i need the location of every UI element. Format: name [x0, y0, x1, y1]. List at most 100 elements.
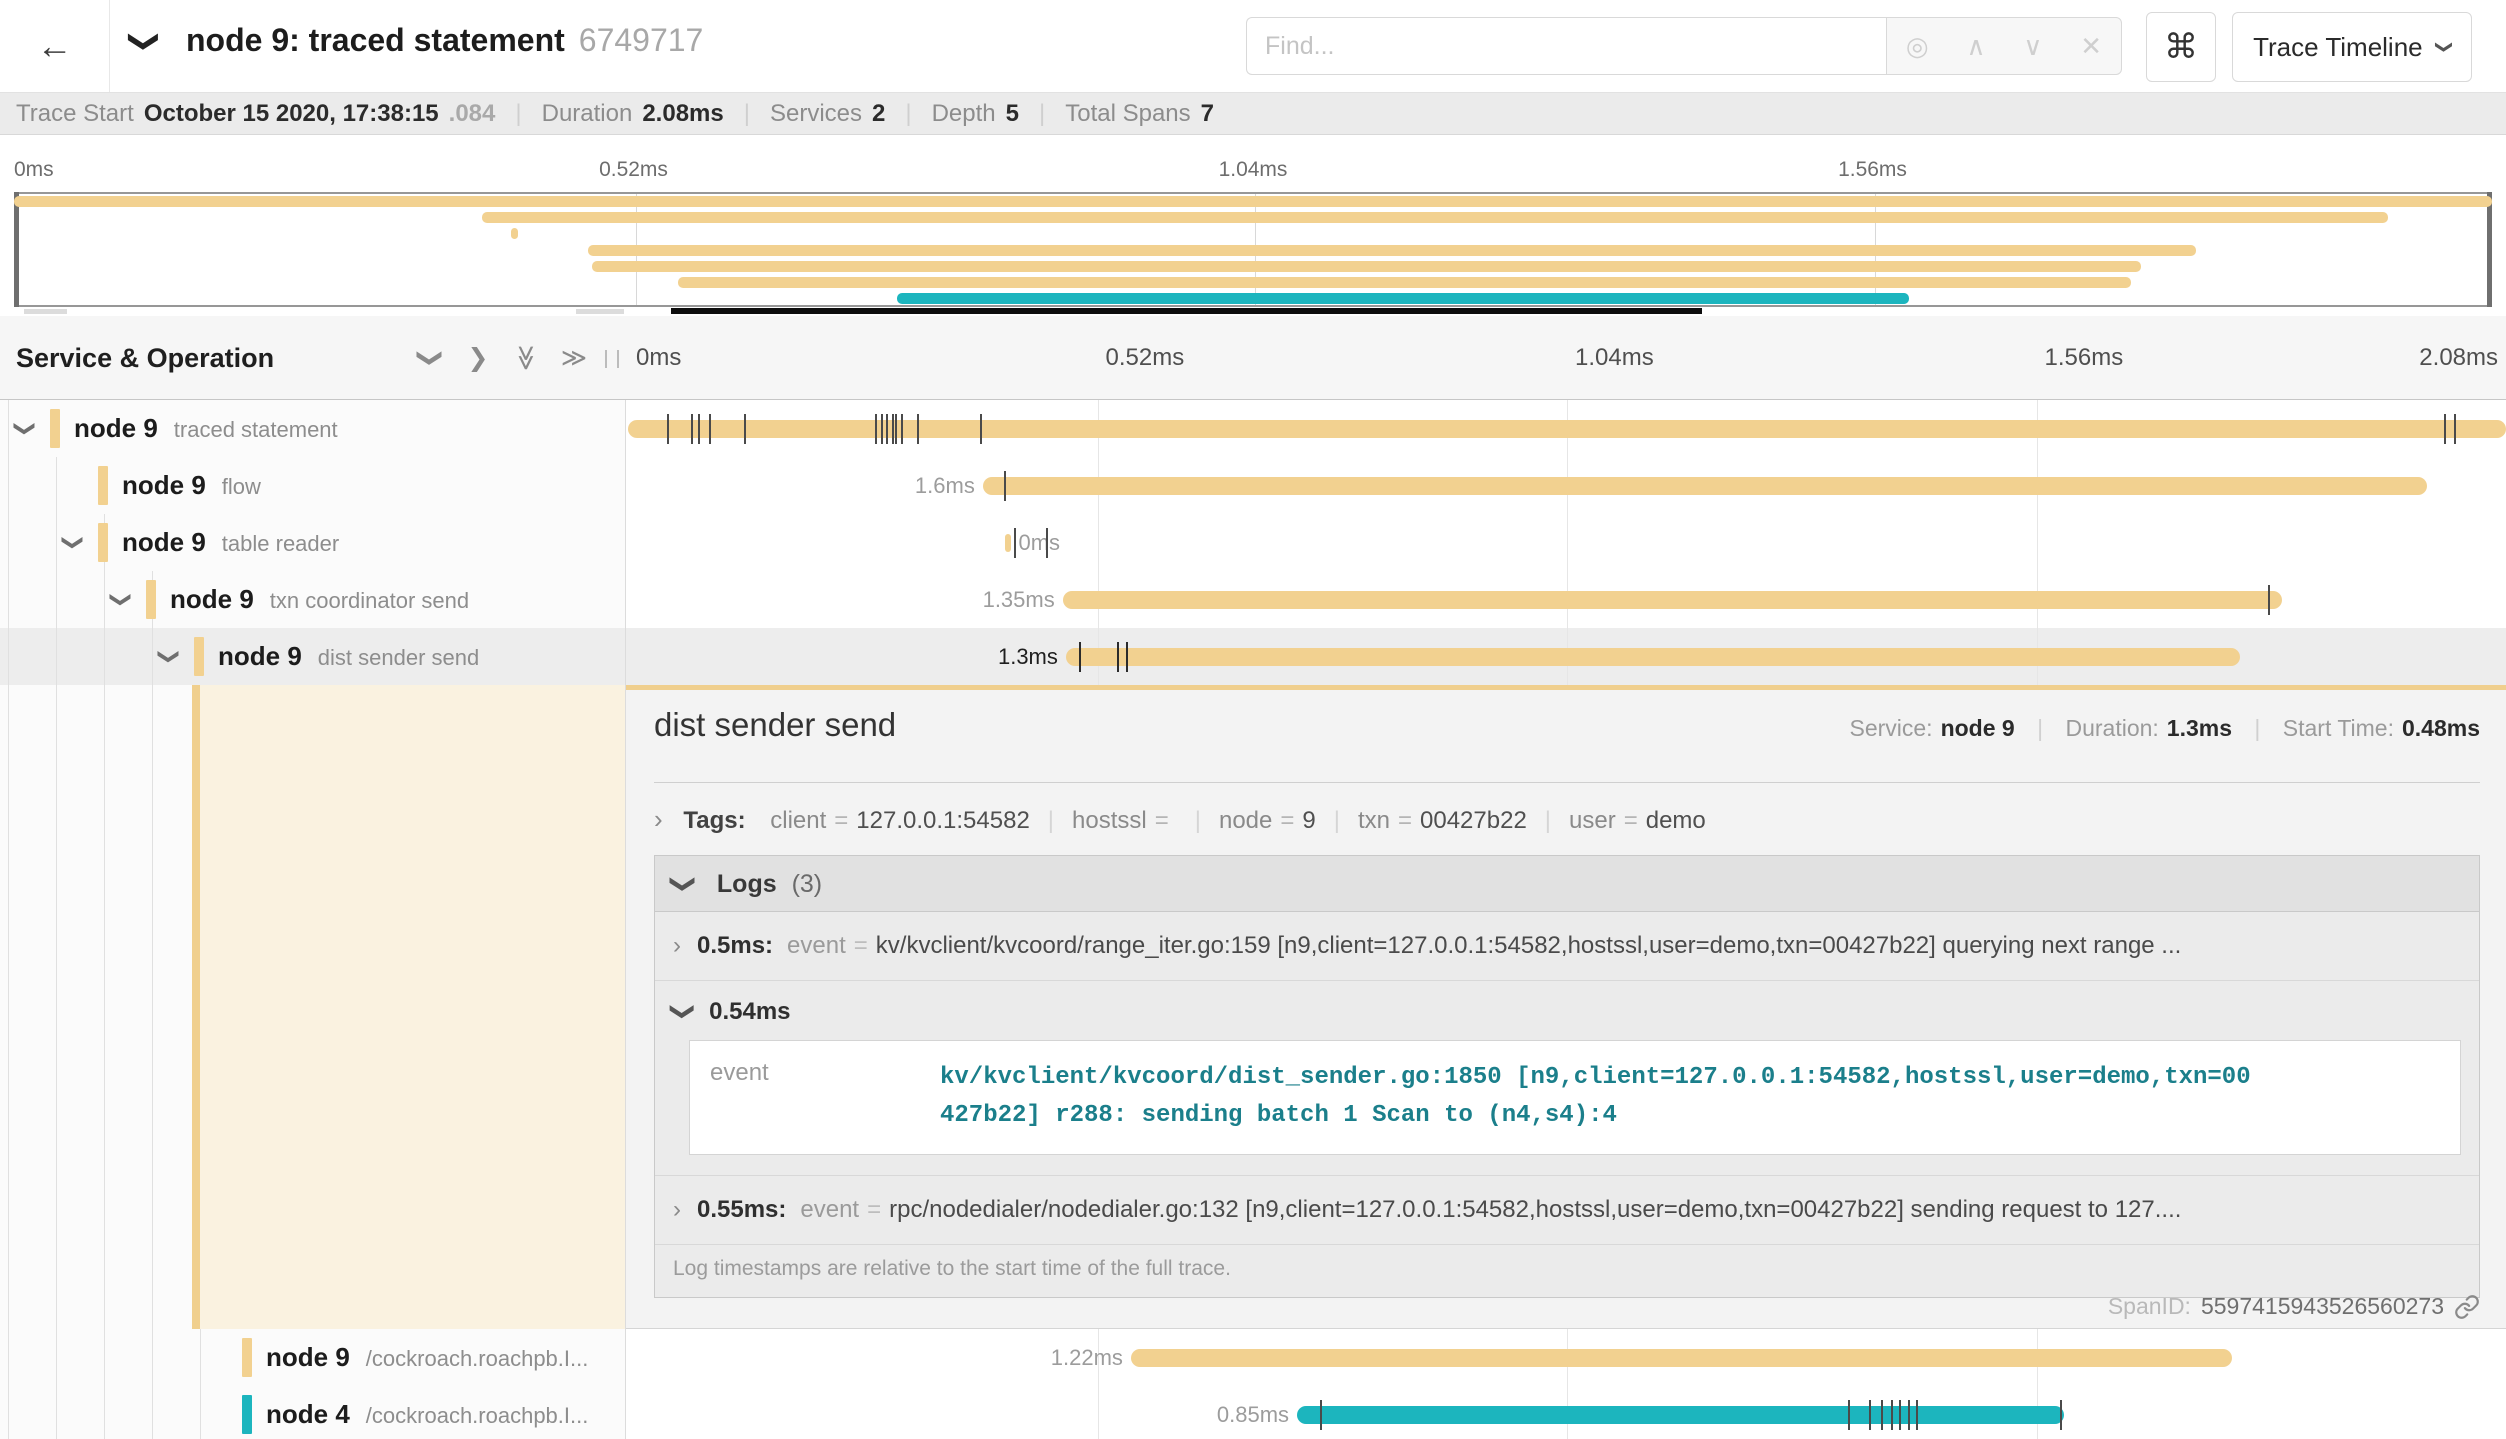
link-icon[interactable] — [2454, 1294, 2480, 1320]
span-duration-bar[interactable] — [628, 420, 2506, 438]
span-row[interactable]: node 9/cockroach.roachpb.I...1.22ms — [0, 1329, 2506, 1386]
minimap-handle-mark[interactable] — [24, 309, 67, 314]
log-field-key: event — [787, 932, 846, 959]
expanded-span-accent-band — [200, 685, 625, 1329]
log-tick-mark — [1891, 1400, 1893, 1430]
span-service: node 9 — [218, 641, 302, 671]
log-entry-row[interactable]: ›0.5ms:event=kv/kvclient/kvcoord/range_i… — [655, 912, 2479, 981]
minimap-canvas[interactable] — [14, 192, 2492, 307]
collapse-all-button[interactable]: ≫ — [506, 316, 546, 400]
span-toggle-chevron-icon[interactable]: ❯ — [64, 514, 82, 571]
span-duration-bar[interactable] — [1297, 1406, 2064, 1424]
log-entry-header[interactable]: ❯0.54ms — [673, 997, 2461, 1026]
clear-search-icon[interactable]: ✕ — [2080, 31, 2102, 62]
scope-icon[interactable]: ◎ — [1906, 31, 1929, 62]
trace-view-selector[interactable]: Trace Timeline ❯ — [2232, 12, 2472, 82]
log-field-value: rpc/nodedialer/nodedialer.go:132 [n9,cli… — [889, 1196, 2181, 1223]
log-tick-mark — [2454, 414, 2456, 444]
trace-summary-bar: Trace Start October 15 2020, 17:38:15.08… — [0, 93, 2506, 135]
span-id-value: 5597415943526560273 — [2201, 1293, 2444, 1320]
log-chevron-icon: › — [673, 932, 681, 959]
span-id-label: SpanID: — [2108, 1293, 2191, 1320]
collapse-one-button[interactable]: ❯ — [410, 316, 450, 400]
log-field-key: event — [800, 1196, 859, 1223]
span-name[interactable]: node 9 flow — [122, 457, 261, 514]
span-duration-bar[interactable] — [1005, 534, 1011, 552]
tags-row[interactable]: › Tags: client=127.0.0.1:54582|hostssl=|… — [654, 797, 2480, 841]
span-row[interactable]: ❯node 9table reader0ms — [0, 514, 2506, 571]
next-result-icon[interactable]: ∨ — [2023, 31, 2042, 62]
span-duration-bar[interactable] — [1066, 648, 2240, 666]
indent-guide — [152, 571, 153, 1439]
span-duration-bar[interactable] — [1063, 591, 2282, 609]
log-tick-mark — [698, 414, 700, 444]
span-name[interactable]: node 4/cockroach.roachpb.I... — [266, 1386, 588, 1439]
span-row[interactable]: ❯node 9dist sender send1.3ms — [0, 628, 2506, 685]
tag-item: hostssl= — [1072, 807, 1177, 834]
span-duration-bar[interactable] — [983, 477, 2428, 495]
minimap-right-handle[interactable] — [2487, 192, 2492, 307]
span-service: node 9 — [122, 470, 206, 500]
minimap-left-handle[interactable] — [14, 192, 19, 307]
log-tick-mark — [1848, 1400, 1850, 1430]
timeline-ruler: Service & Operation ❯❯≫≫ 0ms0.52ms1.04ms… — [0, 316, 2506, 400]
span-row[interactable]: ❯ node 9traced statement — [0, 400, 2506, 457]
duration-label: Duration — [542, 100, 633, 128]
page-title: node 9: traced statement6749717 — [186, 22, 703, 59]
tag-item: user=demo — [1569, 807, 1706, 834]
trace-collapse-caret-icon[interactable]: ❯ — [127, 29, 162, 54]
log-tick-mark — [1869, 1400, 1871, 1430]
span-service: node 9 — [170, 584, 254, 614]
trace-id: 6749717 — [579, 22, 704, 58]
log-tick-mark — [2444, 414, 2446, 444]
span-service: node 9 — [122, 527, 206, 557]
log-tick-mark — [886, 414, 888, 444]
log-tick-mark — [1916, 1400, 1918, 1430]
minimap-span-bar — [482, 212, 2388, 223]
keyboard-shortcuts-button[interactable]: ⌘ — [2146, 12, 2216, 82]
log-field-table: eventkv/kvclient/kvcoord/dist_sender.go:… — [689, 1040, 2461, 1155]
span-operation: /cockroach.roachpb.I... — [366, 1403, 589, 1428]
back-button[interactable]: ← — [0, 0, 110, 92]
minimap-scrubber[interactable] — [671, 308, 1702, 314]
ruler-tick-label: 1.04ms — [1575, 316, 1654, 400]
minimap-tick-label: 0.52ms — [599, 158, 668, 182]
find-input[interactable] — [1246, 17, 1886, 75]
log-entry-row[interactable]: ›0.55ms:event=rpc/nodedialer/nodedialer.… — [655, 1176, 2479, 1245]
span-toggle-chevron-icon[interactable]: ❯ — [160, 628, 178, 685]
expand-all-button[interactable]: ≫ — [554, 316, 594, 400]
depth-label: Depth — [932, 100, 996, 128]
log-tick-mark — [1046, 528, 1048, 558]
log-field-key: event — [710, 1059, 940, 1136]
span-operation: flow — [222, 474, 261, 499]
span-toggle-chevron-icon[interactable]: ❯ — [16, 400, 34, 457]
span-color-bar — [242, 1338, 252, 1377]
service-operation-header: Service & Operation — [16, 316, 274, 400]
service-meta-value: node 9 — [1941, 715, 2015, 741]
log-tick-mark — [892, 414, 894, 444]
log-tick-mark — [667, 414, 669, 444]
span-toggle-chevron-icon[interactable]: ❯ — [112, 571, 130, 628]
prev-result-icon[interactable]: ∧ — [1966, 31, 1985, 62]
span-row[interactable]: node 4/cockroach.roachpb.I...0.85ms — [0, 1386, 2506, 1439]
span-name[interactable]: node 9table reader — [122, 514, 339, 571]
log-entry-expanded: ❯0.54ms eventkv/kvclient/kvcoord/dist_sen… — [655, 981, 2479, 1176]
span-row[interactable]: ❯node 9txn coordinator send1.35ms — [0, 571, 2506, 628]
minimap-handle-mark[interactable] — [576, 309, 624, 314]
log-tick-mark — [2060, 1400, 2062, 1430]
log-tick-mark — [901, 414, 903, 444]
span-duration-bar[interactable] — [1131, 1349, 2233, 1367]
span-name[interactable]: node 9/cockroach.roachpb.I... — [266, 1329, 588, 1386]
logs-section: ❯ Logs (3) ›0.5ms:event=kv/kvclient/kvco… — [654, 855, 2480, 1298]
tags-label: Tags: — [683, 807, 745, 834]
span-name[interactable]: node 9txn coordinator send — [170, 571, 469, 628]
span-name[interactable]: node 9traced statement — [74, 400, 338, 457]
span-name[interactable]: node 9dist sender send — [218, 628, 479, 685]
logs-header[interactable]: ❯ Logs (3) — [655, 856, 2479, 912]
span-id-row: SpanID: 5597415943526560273 — [2108, 1293, 2480, 1320]
column-resize-grip[interactable] — [605, 350, 619, 368]
chevron-down-icon: ❯ — [2434, 40, 2454, 54]
span-duration-label: 1.6ms — [675, 457, 975, 514]
span-row[interactable]: node 9 flow 1.6ms — [0, 457, 2506, 514]
log-tick-mark — [980, 414, 982, 444]
